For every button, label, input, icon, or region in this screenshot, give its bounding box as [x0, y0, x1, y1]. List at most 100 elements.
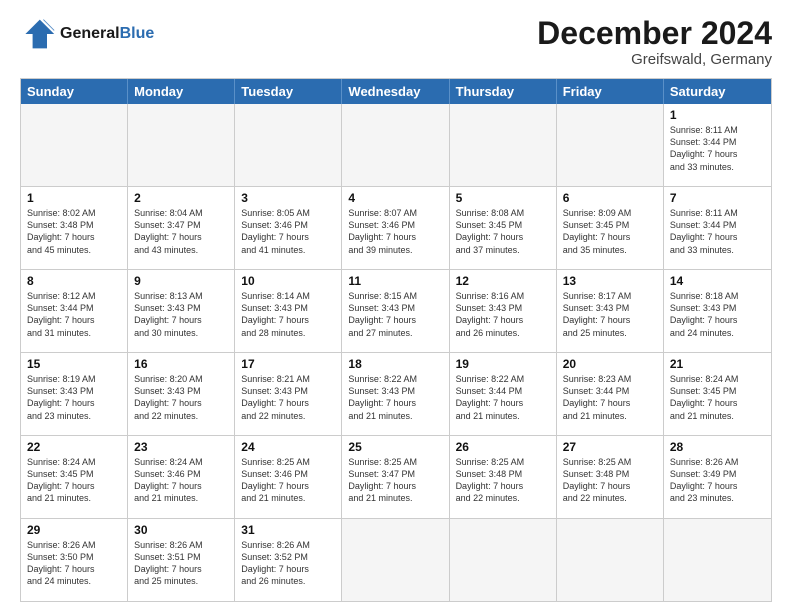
day-number: 9 [134, 274, 228, 288]
day-number: 1 [670, 108, 765, 122]
cell-line: Daylight: 7 hours [27, 480, 121, 492]
cell-line: Sunset: 3:46 PM [348, 219, 442, 231]
cell-line: and 28 minutes. [241, 327, 335, 339]
cell-line: Sunset: 3:45 PM [670, 385, 765, 397]
cell-line: Daylight: 7 hours [456, 314, 550, 326]
cell-line: Sunset: 3:43 PM [27, 385, 121, 397]
cell-line: Sunset: 3:44 PM [27, 302, 121, 314]
cell-line: Sunrise: 8:18 AM [670, 290, 765, 302]
cell-line: Sunset: 3:50 PM [27, 551, 121, 563]
cell-line: and 22 minutes. [456, 492, 550, 504]
header: GeneralBlue December 2024 Greifswald, Ge… [20, 16, 772, 68]
day-number: 30 [134, 523, 228, 537]
cell-line: and 24 minutes. [670, 327, 765, 339]
cell-line: Sunrise: 8:09 AM [563, 207, 657, 219]
cell-line: and 25 minutes. [134, 575, 228, 587]
cell-line: Sunrise: 8:22 AM [456, 373, 550, 385]
calendar-cell: 8Sunrise: 8:12 AMSunset: 3:44 PMDaylight… [21, 270, 128, 352]
cell-line: Daylight: 7 hours [563, 397, 657, 409]
cell-line: Daylight: 7 hours [241, 314, 335, 326]
page: GeneralBlue December 2024 Greifswald, Ge… [0, 0, 792, 612]
calendar-cell: 16Sunrise: 8:20 AMSunset: 3:43 PMDayligh… [128, 353, 235, 435]
cell-line: Sunset: 3:48 PM [27, 219, 121, 231]
cell-line: Sunset: 3:43 PM [670, 302, 765, 314]
cell-line: and 22 minutes. [563, 492, 657, 504]
calendar-cell [342, 519, 449, 601]
day-number: 2 [134, 191, 228, 205]
cell-line: Sunrise: 8:05 AM [241, 207, 335, 219]
cell-line: Sunset: 3:47 PM [348, 468, 442, 480]
calendar-cell: 2Sunrise: 8:04 AMSunset: 3:47 PMDaylight… [128, 187, 235, 269]
day-number: 5 [456, 191, 550, 205]
calendar-cell: 22Sunrise: 8:24 AMSunset: 3:45 PMDayligh… [21, 436, 128, 518]
cell-line: and 21 minutes. [348, 410, 442, 422]
calendar-cell: 6Sunrise: 8:09 AMSunset: 3:45 PMDaylight… [557, 187, 664, 269]
cell-line: and 26 minutes. [456, 327, 550, 339]
day-number: 1 [27, 191, 121, 205]
cell-line: Sunset: 3:43 PM [134, 385, 228, 397]
day-number: 18 [348, 357, 442, 371]
calendar-cell: 17Sunrise: 8:21 AMSunset: 3:43 PMDayligh… [235, 353, 342, 435]
calendar-cell: 11Sunrise: 8:15 AMSunset: 3:43 PMDayligh… [342, 270, 449, 352]
cell-line: and 35 minutes. [563, 244, 657, 256]
cell-line: and 33 minutes. [670, 161, 765, 173]
cell-line: Daylight: 7 hours [134, 397, 228, 409]
calendar-cell: 14Sunrise: 8:18 AMSunset: 3:43 PMDayligh… [664, 270, 771, 352]
logo: GeneralBlue [20, 16, 154, 52]
logo-icon [20, 16, 56, 52]
cell-line: and 21 minutes. [241, 492, 335, 504]
cell-line: Sunset: 3:44 PM [456, 385, 550, 397]
cell-line: Daylight: 7 hours [348, 231, 442, 243]
cell-line: Sunset: 3:43 PM [134, 302, 228, 314]
cell-line: Daylight: 7 hours [563, 314, 657, 326]
cell-line: Sunrise: 8:12 AM [27, 290, 121, 302]
cell-line: Sunrise: 8:11 AM [670, 124, 765, 136]
cell-line: Sunrise: 8:02 AM [27, 207, 121, 219]
cell-line: Sunset: 3:48 PM [456, 468, 550, 480]
calendar-cell: 24Sunrise: 8:25 AMSunset: 3:46 PMDayligh… [235, 436, 342, 518]
cell-line: Sunrise: 8:26 AM [134, 539, 228, 551]
day-number: 7 [670, 191, 765, 205]
calendar-cell: 12Sunrise: 8:16 AMSunset: 3:43 PMDayligh… [450, 270, 557, 352]
calendar-row-2: 8 Sunrise: 8:12 AMSunset: 3:44 PM Daylight… [21, 269, 771, 352]
day-number: 14 [670, 274, 765, 288]
cell-line: Sunrise: 8:07 AM [348, 207, 442, 219]
header-day-sunday: Sunday [21, 79, 128, 104]
calendar-cell [235, 104, 342, 186]
cell-line: Daylight: 7 hours [27, 397, 121, 409]
cell-line: Sunset: 3:48 PM [563, 468, 657, 480]
calendar-row-4: 22Sunrise: 8:24 AMSunset: 3:45 PMDayligh… [21, 435, 771, 518]
cell-line: Daylight: 7 hours [348, 314, 442, 326]
cell-line: Sunset: 3:46 PM [241, 219, 335, 231]
cell-line: Sunrise: 8:11 AM [670, 207, 765, 219]
cell-line: Sunrise: 8:24 AM [134, 456, 228, 468]
day-number: 28 [670, 440, 765, 454]
day-number: 8 [27, 274, 121, 288]
cell-line: Daylight: 7 hours [134, 480, 228, 492]
cell-line: Daylight: 7 hours [563, 231, 657, 243]
cell-line: Sunrise: 8:15 AM [348, 290, 442, 302]
cell-line: and 21 minutes. [670, 410, 765, 422]
cell-line: Sunrise: 8:04 AM [134, 207, 228, 219]
cell-line: Sunrise: 8:13 AM [134, 290, 228, 302]
cell-line: Sunset: 3:43 PM [456, 302, 550, 314]
calendar-body: 1 Sunrise: 8:11 AM Sunset: 3:44 PM Daylight… [21, 104, 771, 601]
calendar-cell [128, 104, 235, 186]
calendar-cell [21, 104, 128, 186]
cell-line: Sunset: 3:52 PM [241, 551, 335, 563]
calendar-cell: 1Sunrise: 8:02 AMSunset: 3:48 PMDaylight… [21, 187, 128, 269]
cell-line: Sunset: 3:46 PM [241, 468, 335, 480]
header-day-saturday: Saturday [664, 79, 771, 104]
cell-line: Sunrise: 8:24 AM [670, 373, 765, 385]
cell-line: Daylight: 7 hours [134, 563, 228, 575]
header-day-thursday: Thursday [450, 79, 557, 104]
cell-line: Sunrise: 8:24 AM [27, 456, 121, 468]
cell-line: and 33 minutes. [670, 244, 765, 256]
calendar-cell: 15Sunrise: 8:19 AMSunset: 3:43 PMDayligh… [21, 353, 128, 435]
cell-line: Daylight: 7 hours [670, 397, 765, 409]
cell-line: Sunrise: 8:25 AM [241, 456, 335, 468]
cell-line: Daylight: 7 hours [670, 231, 765, 243]
day-number: 13 [563, 274, 657, 288]
day-number: 11 [348, 274, 442, 288]
cell-line: and 21 minutes. [348, 492, 442, 504]
